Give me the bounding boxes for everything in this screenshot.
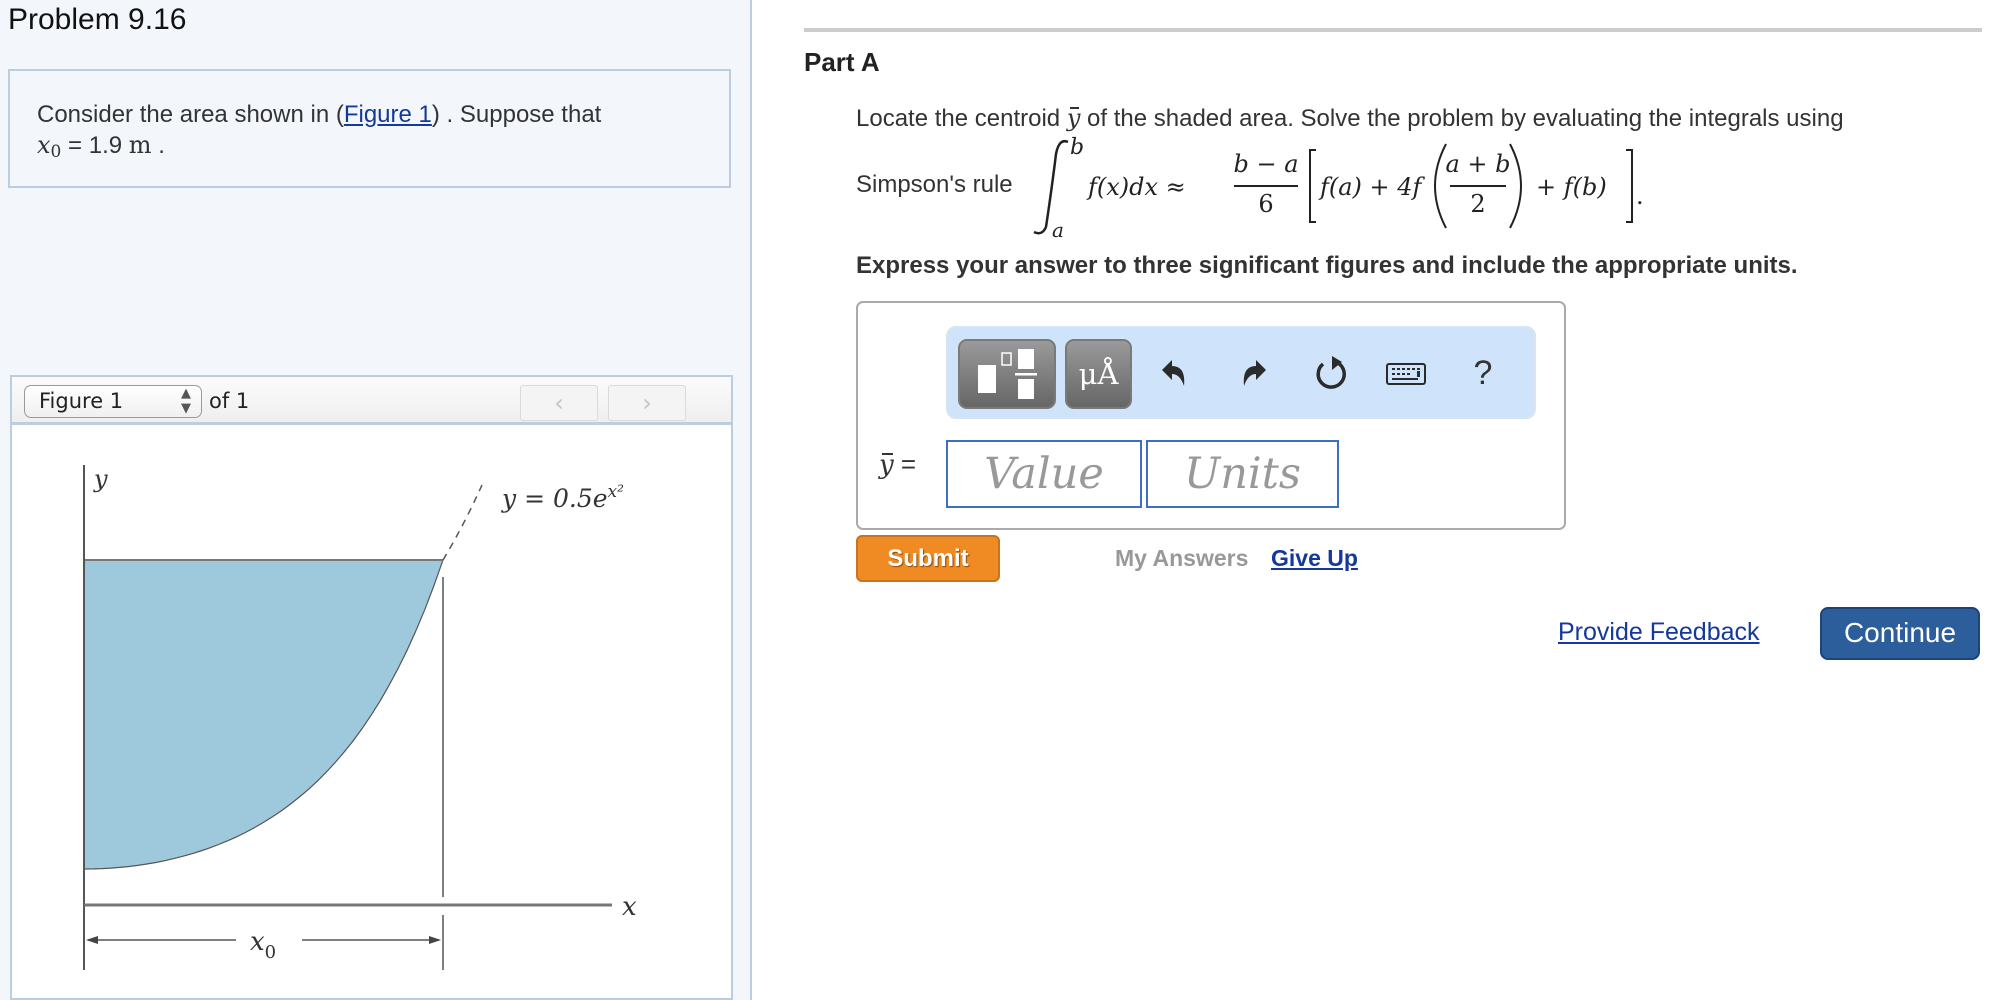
simpson-label: Simpson's rule <box>856 171 1013 198</box>
give-up-link[interactable]: Give Up <box>1271 545 1358 572</box>
integrand: f(x)dx ≈ <box>1086 173 1186 201</box>
submit-button[interactable]: Submit <box>856 535 1000 582</box>
reset-button[interactable] <box>1308 350 1354 396</box>
answer-instruction: Express your answer to three significant… <box>856 252 1798 279</box>
answer-box: μÅ ? y = Value Units <box>856 301 1566 530</box>
question-text-end: of the shaded area. Solve the problem by… <box>1080 105 1844 132</box>
figure-toolbar: Figure 1 ▲ ▼ of 1 ‹ › <box>12 377 731 425</box>
units-input[interactable]: Units <box>1146 440 1339 508</box>
question-text: Locate the centroid y of the shaded area… <box>856 104 1844 133</box>
value-input[interactable]: Value <box>946 440 1142 508</box>
keyboard-button[interactable] <box>1383 350 1429 396</box>
problem-title: Problem 9.16 <box>8 3 187 36</box>
left-paren <box>1434 143 1447 229</box>
fraction-denominator: 6 <box>1258 190 1273 218</box>
previous-figure-button[interactable]: ‹ <box>520 385 598 421</box>
formula-period: . <box>1636 182 1644 210</box>
right-bracket <box>1626 149 1633 223</box>
next-figure-button[interactable]: › <box>608 385 686 421</box>
inner-numerator: a + b <box>1445 150 1510 178</box>
problem-statement-box: Consider the area shown in (Figure 1) . … <box>8 69 731 188</box>
chevron-right-icon: › <box>642 389 652 417</box>
figure-select[interactable]: Figure 1 ▲ ▼ <box>24 385 202 418</box>
integral-lower-limit: a <box>1052 218 1064 242</box>
provide-feedback-link[interactable]: Provide Feedback <box>1558 618 1760 647</box>
units-button[interactable]: μÅ <box>1065 339 1132 409</box>
templates-button[interactable] <box>958 339 1056 409</box>
bracket-content-left: f(a) + 4f <box>1318 173 1426 201</box>
section-divider <box>804 28 1982 32</box>
figure-count: of 1 <box>209 389 250 413</box>
reset-icon <box>1316 356 1346 389</box>
math-toolbar: μÅ ? <box>946 326 1536 419</box>
dimension-label-symbol: x <box>250 927 265 957</box>
figure-select-value: Figure 1 <box>39 389 124 413</box>
my-answers-link[interactable]: My Answers <box>1115 545 1248 572</box>
statement-text: ) . Suppose that <box>431 101 602 128</box>
figure-link[interactable]: Figure 1 <box>344 101 432 128</box>
left-bracket <box>1309 149 1316 223</box>
curve-label-exponent: x² <box>608 482 625 502</box>
x-axis-label: x <box>622 892 637 922</box>
curve-extension-dashed <box>442 484 483 561</box>
inner-denominator: 2 <box>1470 190 1485 218</box>
select-spinner-icon: ▲ ▼ <box>181 386 191 416</box>
dimension-arrow-right <box>429 936 441 944</box>
answer-variable-symbol: y <box>879 450 894 480</box>
shaded-area <box>83 559 444 870</box>
right-paren <box>1509 143 1522 229</box>
simpson-formula-row: Simpson's rule b a f(x)dx ≈ b − a 6 f(a)… <box>856 132 1756 242</box>
y-axis-label: y <box>93 465 108 493</box>
part-title: Part A <box>804 47 880 77</box>
redo-button[interactable] <box>1230 350 1276 396</box>
help-button[interactable]: ? <box>1460 350 1506 396</box>
x0-symbol: x <box>37 131 51 159</box>
keyboard-icon <box>1386 363 1426 385</box>
answer-variable-label: y = <box>879 449 916 480</box>
x0-value: = 1.9 <box>61 132 129 159</box>
undo-button[interactable] <box>1152 350 1198 396</box>
fraction-numerator: b − a <box>1233 150 1298 178</box>
undo-icon <box>1162 360 1185 386</box>
ybar-symbol: y <box>1066 104 1081 132</box>
integral-upper-limit: b <box>1070 135 1084 160</box>
answer-equals: = <box>893 449 917 479</box>
statement-text: Consider the area shown in ( <box>37 101 344 128</box>
templates-icon <box>978 349 1037 399</box>
statement-period: . <box>151 132 165 159</box>
figure-panel: Figure 1 ▲ ▼ of 1 ‹ › y x y = 0.5ex² x0 <box>10 375 733 1000</box>
bracket-content-right: + f(b) <box>1536 173 1607 201</box>
dimension-arrow-left <box>86 936 98 944</box>
curve-label-text: y = 0.5e <box>501 484 608 513</box>
x0-unit: m <box>128 131 152 159</box>
curve-label: y = 0.5ex² <box>501 482 624 513</box>
dimension-label-subscript: 0 <box>265 942 276 963</box>
x0-subscript: 0 <box>50 142 62 162</box>
simpson-formula: b a f(x)dx ≈ b − a 6 f(a) + 4f a + b 2 +… <box>1033 135 1644 242</box>
redo-icon <box>1243 360 1266 386</box>
chevron-left-icon: ‹ <box>554 389 564 417</box>
figure-diagram: y x y = 0.5ex² x0 <box>83 465 637 970</box>
continue-button[interactable]: Continue <box>1820 607 1980 660</box>
question-text-start: Locate the centroid <box>856 105 1067 132</box>
problem-panel: Problem 9.16 Consider the area shown in … <box>0 0 752 1000</box>
problem-statement: Consider the area shown in (Figure 1) . … <box>37 99 601 168</box>
dimension-label: x0 <box>250 927 276 963</box>
